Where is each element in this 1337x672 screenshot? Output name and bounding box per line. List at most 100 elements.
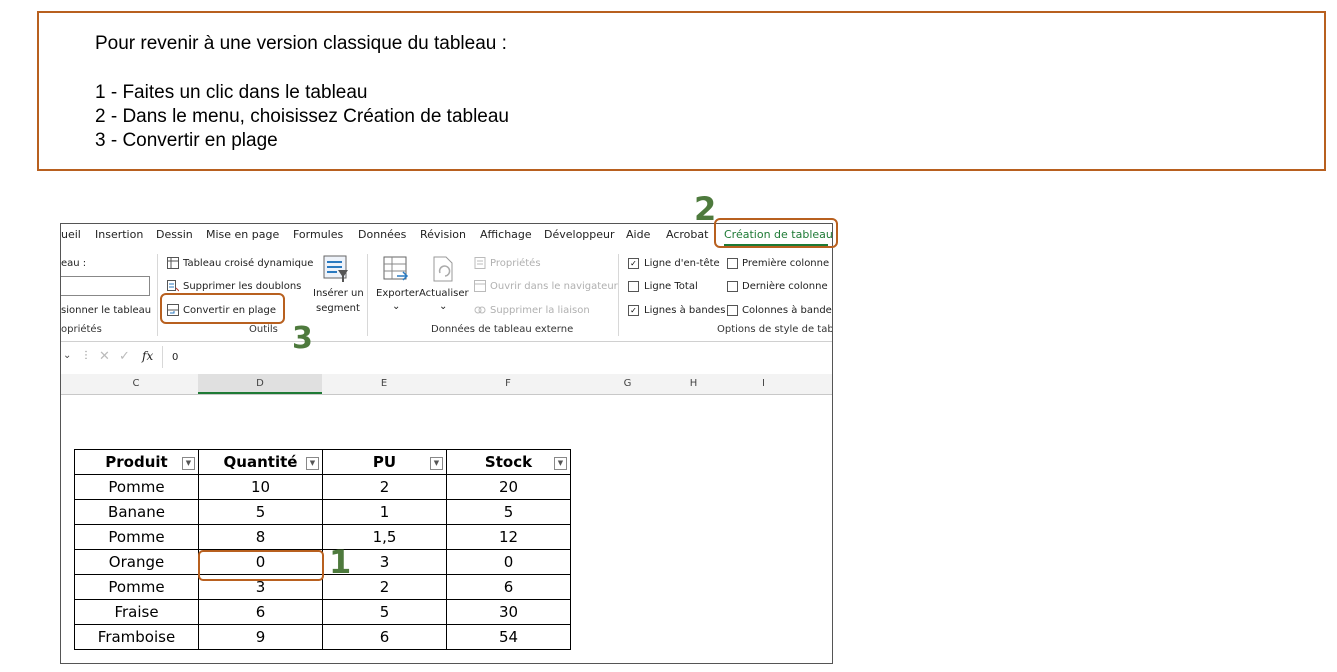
column-header-h[interactable]: H bbox=[666, 374, 721, 394]
insert-slicer-button[interactable]: Insérer un bbox=[313, 288, 364, 299]
filter-dropdown-icon[interactable]: ▼ bbox=[554, 457, 567, 470]
column-header-f[interactable]: F bbox=[446, 374, 570, 394]
pivot-table-button[interactable]: Tableau croisé dynamique bbox=[183, 258, 313, 269]
formula-bar-input[interactable]: 0 bbox=[172, 352, 178, 363]
ribbon-divider bbox=[61, 341, 832, 342]
column-header-c[interactable]: C bbox=[74, 374, 198, 394]
header-row-checkbox[interactable]: ✓ bbox=[628, 258, 639, 269]
last-column-checkbox[interactable] bbox=[727, 281, 738, 292]
column-header-i[interactable]: I bbox=[736, 374, 791, 394]
table-cell[interactable]: 54 bbox=[446, 624, 571, 650]
table-cell[interactable]: 10 bbox=[198, 474, 323, 500]
table-cell[interactable]: 12 bbox=[446, 524, 571, 550]
banded-rows-checkbox[interactable]: ✓ bbox=[628, 305, 639, 316]
tab-affichage[interactable]: Affichage bbox=[480, 228, 532, 241]
refresh-dropdown-chevron-icon[interactable]: ⌄ bbox=[439, 301, 447, 312]
table-name-input[interactable] bbox=[61, 276, 150, 296]
external-data-group-label: Données de tableau externe bbox=[431, 324, 574, 335]
table-header-row: Produit ▼ Quantité ▼ PU ▼ Stock ▼ bbox=[74, 449, 571, 475]
filter-dropdown-icon[interactable]: ▼ bbox=[306, 457, 319, 470]
insert-slicer-button-line2[interactable]: segment bbox=[316, 303, 360, 314]
table-cell[interactable]: Framboise bbox=[74, 624, 199, 650]
tab-accueil[interactable]: ueil bbox=[61, 228, 81, 241]
slicer-icon bbox=[323, 255, 348, 282]
table-cell[interactable]: 20 bbox=[446, 474, 571, 500]
style-options-group-label: Options de style de tablea bbox=[717, 324, 833, 335]
tab-acrobat[interactable]: Acrobat bbox=[666, 228, 708, 241]
name-box-chevron-icon[interactable]: ⌄ bbox=[63, 350, 71, 361]
total-row-label: Ligne Total bbox=[644, 281, 698, 292]
table-cell[interactable]: 5 bbox=[198, 499, 323, 525]
table-row: Pomme 10 2 20 bbox=[74, 474, 571, 500]
header-row-label: Ligne d'en-tête bbox=[644, 258, 720, 269]
export-dropdown-chevron-icon[interactable]: ⌄ bbox=[392, 301, 400, 312]
tab-formules[interactable]: Formules bbox=[293, 228, 343, 241]
table-cell[interactable]: 8 bbox=[198, 524, 323, 550]
resize-table-button[interactable]: sionner le tableau bbox=[61, 305, 151, 316]
table-cell[interactable]: Pomme bbox=[74, 474, 199, 500]
formula-bar-separator bbox=[162, 346, 163, 368]
unlink-icon bbox=[474, 306, 486, 314]
tab-aide[interactable]: Aide bbox=[626, 228, 650, 241]
table-cell[interactable]: Banane bbox=[74, 499, 199, 525]
total-row-checkbox[interactable] bbox=[628, 281, 639, 292]
step-1-badge: 1 bbox=[329, 543, 352, 581]
excel-screenshot: ueil Insertion Dessin Mise en page Formu… bbox=[60, 223, 833, 664]
header-cell-produit[interactable]: Produit ▼ bbox=[74, 449, 199, 475]
refresh-icon bbox=[433, 256, 453, 282]
export-icon bbox=[383, 256, 409, 281]
table-cell[interactable]: 6 bbox=[322, 624, 447, 650]
table-name-label: eau : bbox=[61, 258, 87, 269]
table-cell[interactable]: 30 bbox=[446, 599, 571, 625]
tab-insertion[interactable]: Insertion bbox=[95, 228, 143, 241]
remove-duplicates-button[interactable]: Supprimer les doublons bbox=[183, 281, 301, 292]
tab-donnees[interactable]: Données bbox=[358, 228, 406, 241]
table-cell[interactable]: 5 bbox=[446, 499, 571, 525]
table-cell[interactable]: 0 bbox=[446, 549, 571, 575]
table-row: Banane 5 1 5 bbox=[74, 499, 571, 525]
pivot-table-icon bbox=[167, 257, 179, 269]
table-cell[interactable]: 9 bbox=[198, 624, 323, 650]
selected-cell-highlight bbox=[198, 550, 324, 581]
table-cell[interactable]: 2 bbox=[322, 474, 447, 500]
header-cell-pu[interactable]: PU ▼ bbox=[322, 449, 447, 475]
cancel-icon[interactable]: ✕ bbox=[99, 349, 110, 364]
header-label: Stock bbox=[484, 453, 533, 471]
column-header-e[interactable]: E bbox=[322, 374, 446, 394]
unlink-button[interactable]: Supprimer la liaison bbox=[490, 305, 590, 316]
table-cell[interactable]: Fraise bbox=[74, 599, 199, 625]
table-cell[interactable]: 6 bbox=[446, 574, 571, 600]
table-cell[interactable]: 5 bbox=[322, 599, 447, 625]
tab-developpeur[interactable]: Développeur bbox=[544, 228, 615, 241]
instruction-step-3: 3 - Convertir en plage bbox=[95, 130, 278, 151]
header-cell-stock[interactable]: Stock ▼ bbox=[446, 449, 571, 475]
properties-button[interactable]: Propriétés bbox=[490, 258, 541, 269]
tab-revision[interactable]: Révision bbox=[420, 228, 466, 241]
remove-duplicates-icon bbox=[167, 280, 179, 292]
group-separator bbox=[157, 254, 158, 336]
banded-columns-checkbox[interactable] bbox=[727, 305, 738, 316]
properties-icon bbox=[474, 257, 486, 269]
column-header-d[interactable]: D bbox=[198, 374, 322, 394]
table-cell[interactable]: Orange bbox=[74, 549, 199, 575]
confirm-icon[interactable]: ✓ bbox=[119, 349, 130, 364]
filter-dropdown-icon[interactable]: ▼ bbox=[182, 457, 195, 470]
table-cell[interactable]: 1 bbox=[322, 499, 447, 525]
tab-dessin[interactable]: Dessin bbox=[156, 228, 193, 241]
refresh-button[interactable]: Actualiser bbox=[419, 288, 469, 299]
filter-dropdown-icon[interactable]: ▼ bbox=[430, 457, 443, 470]
instruction-step-2: 2 - Dans le menu, choisissez Création de… bbox=[95, 106, 510, 127]
export-button[interactable]: Exporter bbox=[376, 288, 419, 299]
table-cell[interactable]: 6 bbox=[198, 599, 323, 625]
tools-group-label: Outils bbox=[249, 324, 278, 335]
first-column-checkbox[interactable] bbox=[727, 258, 738, 269]
header-label: Quantité bbox=[223, 453, 298, 471]
table-cell[interactable]: Pomme bbox=[74, 574, 199, 600]
tab-mise-en-page[interactable]: Mise en page bbox=[206, 228, 279, 241]
header-cell-quantite[interactable]: Quantité ▼ bbox=[198, 449, 323, 475]
table-cell[interactable]: Pomme bbox=[74, 524, 199, 550]
group-separator bbox=[618, 254, 619, 336]
first-column-label: Première colonne bbox=[742, 258, 830, 269]
function-icon[interactable]: fx bbox=[142, 349, 153, 363]
open-in-browser-button[interactable]: Ouvrir dans le navigateur bbox=[490, 281, 618, 292]
